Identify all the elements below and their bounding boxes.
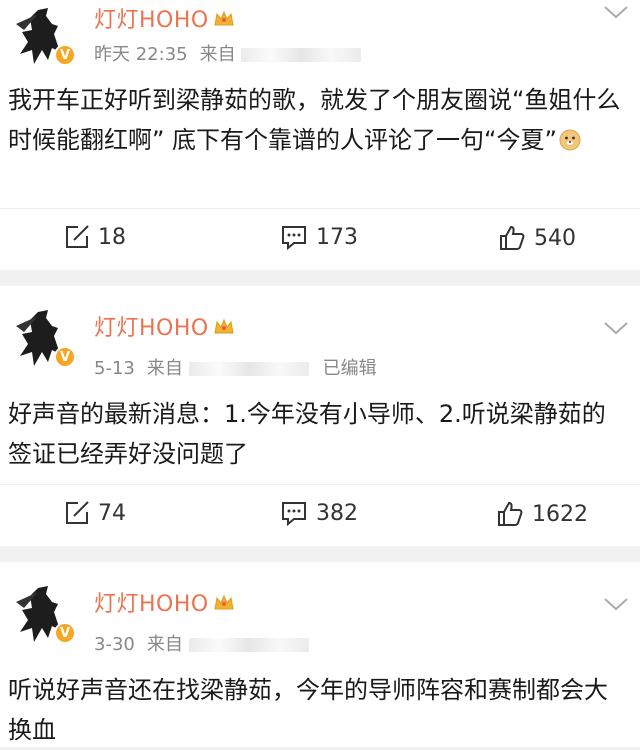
crown-icon	[213, 9, 235, 35]
repost-count: 74	[98, 500, 126, 526]
post-time: 3-30	[94, 634, 135, 655]
post-text: 好声音的最新消息：1.今年没有小导师、2.听说梁静茹的签证已经弄好没问题了	[8, 400, 606, 468]
comment-count: 173	[316, 224, 358, 250]
source-client-blurred	[188, 362, 309, 376]
like-button[interactable]: 1622	[496, 500, 588, 528]
post-source: 来自	[146, 634, 183, 655]
verified-badge: V	[54, 44, 76, 66]
thumbs-up-icon	[500, 225, 525, 250]
post-text: 我开车正好听到梁静茹的歌，就发了个朋友圈说“鱼姐什么时候能翻红啊” 底下有个靠谱…	[8, 80, 626, 163]
avatar[interactable]: V	[8, 4, 78, 68]
comment-icon	[282, 226, 306, 250]
comment-count: 382	[316, 500, 358, 526]
repost-icon	[66, 501, 89, 524]
post-meta: 3-30 来自	[94, 630, 309, 656]
username-text: 灯灯HOHO	[94, 8, 209, 33]
edited-label: 已编辑	[322, 358, 377, 379]
weibo-post: V 灯灯HOHO 昨天 22:35 来自 我开车正好听到梁静茹的歌，就发了个朋友圈…	[0, 0, 640, 270]
repost-button[interactable]: 74	[64, 500, 126, 526]
like-button[interactable]: 540	[498, 224, 576, 252]
post-source: 来自	[146, 358, 183, 379]
weibo-post: V 灯灯HOHO 3-30 来自 听说好声音还在找梁静茹，今年的导师阵容和赛制都会…	[0, 562, 640, 747]
post-time: 5-13	[94, 358, 135, 379]
post-text: 听说好声音还在找梁静茹，今年的导师阵容和赛制都会大换血	[8, 676, 608, 744]
like-count: 540	[534, 225, 576, 251]
username-text: 灯灯HOHO	[94, 316, 209, 341]
weibo-post: V 灯灯HOHO 5-13 来自 已编辑 好声音的最新消息：1.今年没有小导师、2…	[0, 286, 640, 546]
repost-button[interactable]: 18	[64, 224, 126, 250]
chevron-down-icon[interactable]	[602, 320, 630, 336]
username-text: 灯灯HOHO	[94, 592, 209, 617]
source-client-blurred	[188, 638, 309, 652]
username[interactable]: 灯灯HOHO	[94, 2, 235, 35]
post-time: 昨天 22:35	[94, 44, 188, 65]
avatar[interactable]: V	[8, 582, 78, 646]
thumbs-up-icon	[498, 501, 523, 526]
comment-button[interactable]: 382	[280, 500, 358, 526]
verified-badge: V	[54, 346, 76, 368]
repost-icon	[66, 225, 89, 248]
post-meta: 昨天 22:35 来自	[94, 40, 362, 66]
chevron-down-icon[interactable]	[602, 4, 630, 20]
divider	[0, 208, 640, 209]
like-count: 1622	[532, 501, 588, 527]
divider	[0, 484, 640, 485]
username[interactable]: 灯灯HOHO	[94, 586, 235, 619]
post-source: 来自	[199, 44, 236, 65]
verified-badge: V	[54, 622, 76, 644]
post-meta: 5-13 来自 已编辑	[94, 354, 377, 380]
repost-count: 18	[98, 224, 126, 250]
doge-emoji	[559, 123, 581, 163]
comment-icon	[282, 502, 306, 526]
crown-icon	[213, 593, 235, 619]
source-client-blurred	[241, 48, 362, 62]
crown-icon	[213, 317, 235, 343]
username[interactable]: 灯灯HOHO	[94, 310, 235, 343]
chevron-down-icon[interactable]	[602, 596, 630, 612]
avatar[interactable]: V	[8, 306, 78, 370]
comment-button[interactable]: 173	[280, 224, 358, 250]
